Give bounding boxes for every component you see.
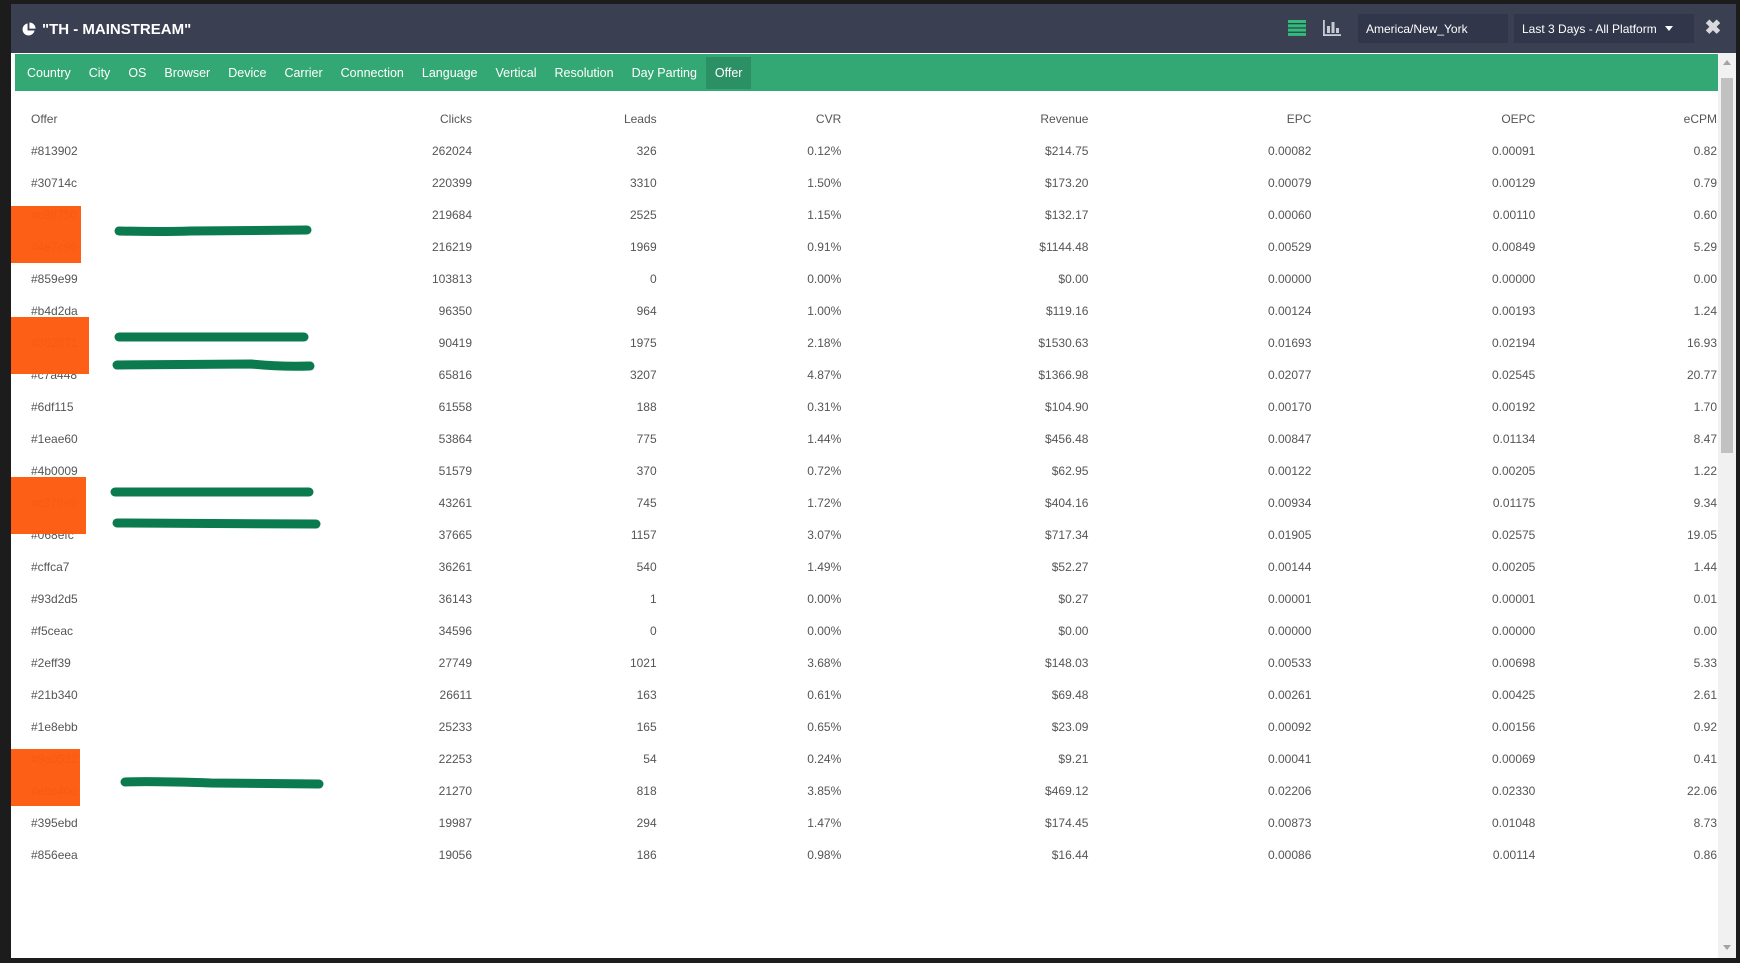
window-bottom-edge xyxy=(0,958,1740,963)
redaction-strokes xyxy=(110,225,324,789)
report-modal: "TH - MAINSTREAM" Last 3 Days - All Plat… xyxy=(11,4,1736,958)
